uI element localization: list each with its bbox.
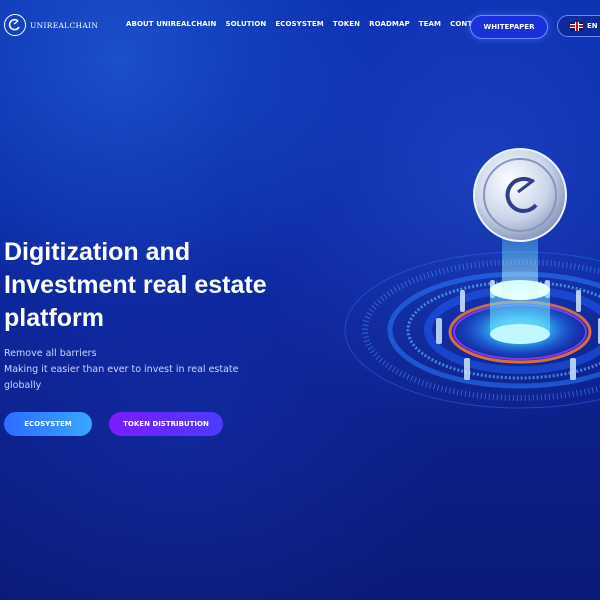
brand-name: UNIREALCHAIN — [30, 20, 99, 30]
hero-subtitle: Remove all barriers Making it easier tha… — [4, 346, 238, 394]
hero-subtitle-line: Making it easier than ever to invest in … — [4, 364, 239, 375]
hero-title: Digitization and Investment real estate … — [4, 236, 334, 335]
hero-title-line: Digitization and — [4, 238, 191, 266]
nav-item-about[interactable]: ABOUT UNIREALCHAIN — [126, 20, 216, 28]
nav-item-solution[interactable]: SOLUTION — [225, 20, 266, 28]
nav-item-token[interactable]: TOKEN — [333, 20, 360, 28]
logo[interactable]: UNIREALCHAIN — [4, 14, 98, 36]
hero-title-line: Investment real estate — [4, 271, 267, 299]
hero-subtitle-line: globally — [4, 380, 42, 391]
hero-subtitle-line: Remove all barriers — [4, 348, 97, 359]
logo-icon — [4, 14, 26, 36]
language-selector[interactable]: EN — [557, 15, 600, 37]
uk-flag-icon — [570, 21, 583, 31]
nav-item-ecosystem[interactable]: ECOSYSTEM — [275, 20, 323, 28]
coin-icon — [473, 148, 567, 242]
hero-title-line: platform — [4, 304, 104, 332]
nav-item-team[interactable]: TEAM — [419, 20, 441, 28]
nav-item-roadmap[interactable]: ROADMAP — [369, 20, 410, 28]
whitepaper-button[interactable]: WHITEPAPER — [470, 15, 548, 39]
ecosystem-button[interactable]: ECOSYSTEM — [4, 412, 92, 436]
language-label: EN — [587, 22, 598, 30]
main-nav: ABOUT UNIREALCHAIN SOLUTION ECOSYSTEM TO… — [126, 20, 496, 28]
coin-platform-illustration — [344, 148, 600, 409]
header: UNIREALCHAIN ABOUT UNIREALCHAIN SOLUTION… — [0, 0, 600, 52]
token-distribution-button[interactable]: TOKEN DISTRIBUTION — [109, 412, 223, 436]
